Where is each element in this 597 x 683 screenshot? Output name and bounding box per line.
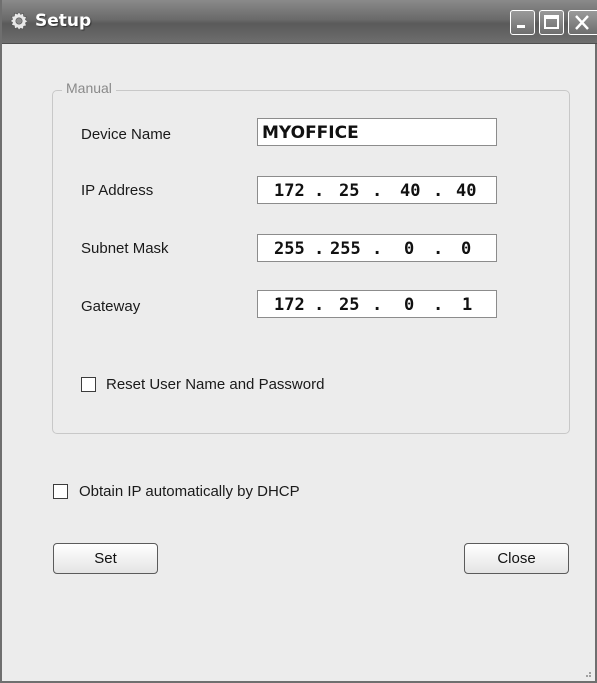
maximize-button[interactable] xyxy=(539,10,564,35)
subnet-octet-4[interactable]: 0 xyxy=(461,239,471,259)
gateway-octet-1[interactable]: 172 xyxy=(274,295,305,315)
gateway-field[interactable]: 172 . 25 . 0 . 1 xyxy=(257,290,497,318)
gear-icon xyxy=(9,11,29,31)
set-button[interactable]: Set xyxy=(53,543,158,574)
minimize-icon xyxy=(517,25,525,28)
close-button[interactable]: Close xyxy=(464,543,569,574)
device-name-field[interactable]: MYOFFICE xyxy=(257,118,497,146)
reset-credentials-checkbox[interactable] xyxy=(81,377,96,392)
ip-octet-3[interactable]: 40 xyxy=(400,181,420,201)
ip-separator: . xyxy=(433,239,444,259)
ip-address-label: IP Address xyxy=(81,182,154,199)
ip-separator: . xyxy=(314,295,325,315)
ip-separator: . xyxy=(372,239,383,259)
window-title: Setup xyxy=(35,11,92,31)
ip-separator: . xyxy=(314,239,325,259)
subnet-mask-field[interactable]: 255 . 255 . 0 . 0 xyxy=(257,234,497,262)
gateway-octet-2[interactable]: 25 xyxy=(339,295,359,315)
gateway-label: Gateway xyxy=(81,298,141,315)
device-name-label: Device Name xyxy=(81,126,172,143)
reset-credentials-label[interactable]: Reset User Name and Password xyxy=(106,376,324,393)
subnet-mask-label: Subnet Mask xyxy=(81,240,169,257)
subnet-octet-2[interactable]: 255 xyxy=(330,239,361,259)
ip-separator: . xyxy=(433,181,444,201)
ip-address-field[interactable]: 172 . 25 . 40 . 40 xyxy=(257,176,497,204)
maximize-icon xyxy=(544,15,559,29)
dhcp-checkbox[interactable] xyxy=(53,484,68,499)
ip-octet-4[interactable]: 40 xyxy=(456,181,476,201)
minimize-button[interactable] xyxy=(510,10,535,35)
ip-octet-2[interactable]: 25 xyxy=(339,181,359,201)
ip-separator: . xyxy=(433,295,444,315)
manual-group-legend: Manual xyxy=(62,80,116,96)
subnet-octet-3[interactable]: 0 xyxy=(404,239,414,259)
close-icon xyxy=(575,15,589,30)
title-bar[interactable]: Setup xyxy=(2,0,597,44)
resize-grip-icon[interactable] xyxy=(583,669,591,677)
setup-window: Setup Manual Device Name MYOFFICE IP Add… xyxy=(0,0,597,683)
ip-separator: . xyxy=(372,181,383,201)
device-name-value: MYOFFICE xyxy=(262,123,359,143)
dhcp-label[interactable]: Obtain IP automatically by DHCP xyxy=(79,483,300,500)
ip-separator: . xyxy=(372,295,383,315)
close-window-button[interactable] xyxy=(568,10,597,35)
subnet-octet-1[interactable]: 255 xyxy=(274,239,305,259)
gateway-octet-4[interactable]: 1 xyxy=(462,295,472,315)
gateway-octet-3[interactable]: 0 xyxy=(404,295,414,315)
ip-octet-1[interactable]: 172 xyxy=(274,181,305,201)
ip-separator: . xyxy=(314,181,325,201)
